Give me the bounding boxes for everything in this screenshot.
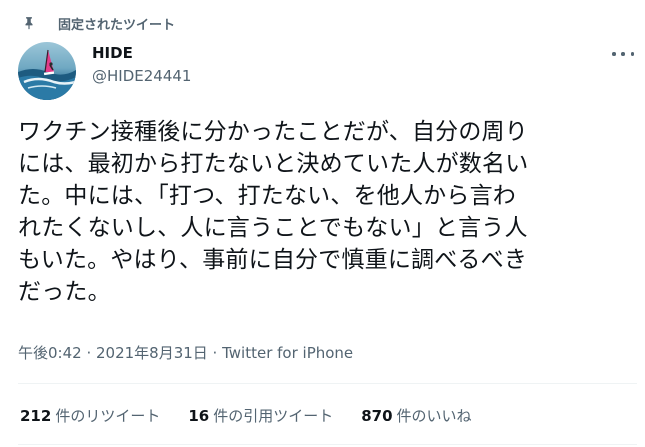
likes-label: 件のいいね — [396, 407, 472, 425]
avatar-image — [18, 49, 76, 100]
user-handle[interactable]: @HIDE24441 — [92, 67, 191, 85]
more-icon-dot — [612, 52, 616, 56]
pin-icon — [25, 17, 33, 30]
likes-stat[interactable]: 870 件のいいね — [361, 405, 471, 426]
quotes-count: 16 — [188, 407, 210, 425]
tweet-meta[interactable]: 午後0:42 · 2021年8月31日 · Twitter for iPhone — [18, 342, 353, 363]
likes-count: 870 — [361, 407, 393, 425]
tweet-card: 固定されたツイート HIDE @HIDE24441 ワクチン接種後に分かったこと… — [0, 0, 645, 447]
pinned-indicator: 固定されたツイート — [22, 12, 175, 34]
retweets-stat[interactable]: 212 件のリツイート — [20, 405, 160, 426]
tweet-stats: 212 件のリツイート 16 件の引用ツイート 870 件のいいね — [20, 405, 500, 426]
avatar[interactable] — [18, 42, 76, 100]
quotes-stat[interactable]: 16 件の引用ツイート — [188, 405, 333, 426]
tweet-text: ワクチン接種後に分かったことだが、自分の周り には、最初から打たないと決めていた… — [18, 119, 529, 305]
retweets-label: 件のリツイート — [55, 407, 161, 425]
retweets-count: 212 — [20, 407, 52, 425]
pinned-label: 固定されたツイート — [58, 17, 176, 33]
more-icon-dot — [630, 52, 634, 56]
divider-bottom — [18, 444, 637, 445]
user-name[interactable]: HIDE — [92, 44, 133, 62]
more-icon-dot — [621, 52, 625, 56]
quotes-label: 件の引用ツイート — [213, 407, 334, 425]
divider-top — [18, 383, 637, 384]
more-button[interactable] — [612, 45, 634, 63]
